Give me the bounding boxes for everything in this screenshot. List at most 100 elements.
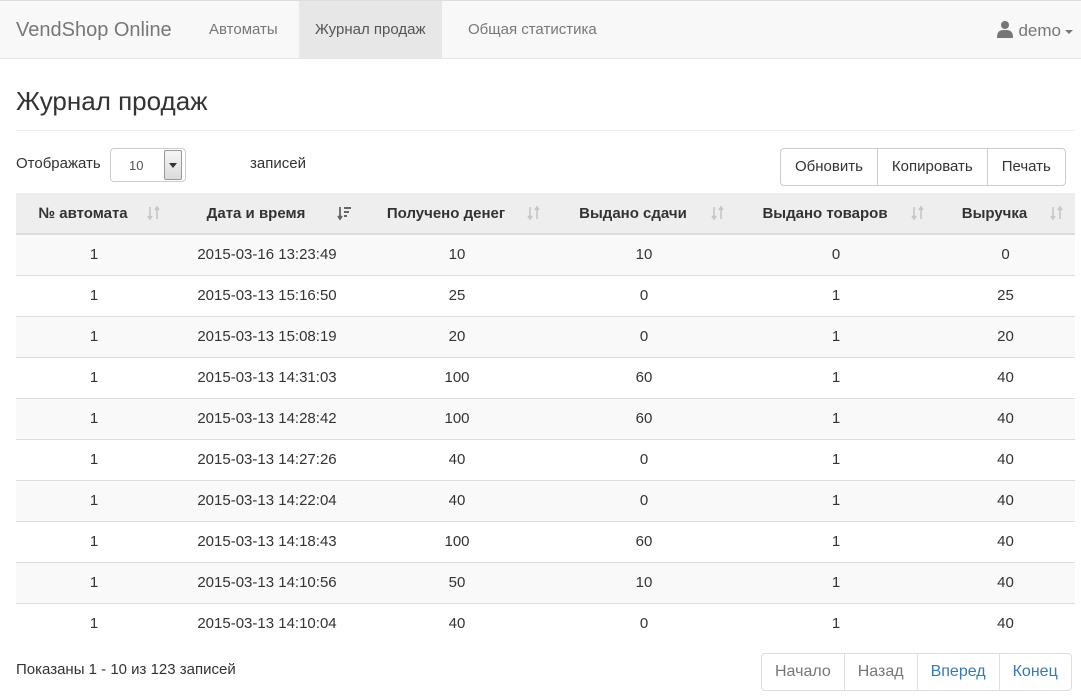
table-cell: 0 bbox=[736, 233, 936, 275]
table-cell: 0 bbox=[552, 438, 736, 480]
table-cell: 2015-03-13 14:10:04 bbox=[172, 602, 362, 644]
table-cell: 1 bbox=[16, 520, 172, 562]
table-cell: 1 bbox=[16, 356, 172, 398]
column-header[interactable]: Дата и время bbox=[172, 193, 362, 235]
table-cell: 40 bbox=[936, 561, 1075, 603]
print-button[interactable]: Печать bbox=[986, 148, 1066, 186]
table-cell: 1 bbox=[736, 438, 936, 480]
user-menu[interactable]: demo bbox=[996, 1, 1073, 59]
navbar: VendShop Online Автоматы Журнал продаж О… bbox=[0, 0, 1081, 59]
table-row: 1 2015-03-13 15:08:19 20 0 1 20 bbox=[16, 315, 1075, 357]
refresh-button[interactable]: Обновить bbox=[780, 148, 878, 186]
nav-item-machines[interactable]: Автоматы bbox=[193, 1, 294, 59]
column-header[interactable]: Получено денег bbox=[362, 193, 552, 235]
table-row: 1 2015-03-13 14:28:42 100 60 1 40 bbox=[16, 397, 1075, 439]
table-cell: 1 bbox=[736, 274, 936, 316]
table-cell: 40 bbox=[362, 602, 552, 644]
table-cell: 1 bbox=[16, 602, 172, 644]
nav-item-statistics[interactable]: Общая статистика bbox=[452, 1, 613, 59]
table-row: 1 2015-03-13 14:10:56 50 10 1 40 bbox=[16, 561, 1075, 603]
table-cell: 40 bbox=[936, 438, 1075, 480]
column-header[interactable]: Выдано товаров bbox=[736, 193, 936, 235]
page-title: Журнал продаж bbox=[16, 86, 208, 116]
table-cell: 1 bbox=[16, 438, 172, 480]
sort-icon bbox=[711, 205, 724, 221]
table-cell: 60 bbox=[552, 356, 736, 398]
title-divider bbox=[16, 130, 1075, 131]
dropdown-arrow-icon[interactable] bbox=[164, 150, 182, 180]
table-cell: 2015-03-13 14:18:43 bbox=[172, 520, 362, 562]
table-cell: 0 bbox=[936, 233, 1075, 275]
table-cell: 0 bbox=[552, 479, 736, 521]
table-cell: 100 bbox=[362, 520, 552, 562]
page-length-value: 10 bbox=[129, 158, 144, 173]
table-info: Показаны 1 - 10 из 123 записей bbox=[16, 661, 236, 678]
user-name: demo bbox=[1018, 21, 1061, 40]
pagination-next[interactable]: Вперед bbox=[916, 653, 1000, 691]
pagination-first[interactable]: Начало bbox=[761, 653, 845, 691]
table-actions: Обновить Копировать Печать bbox=[780, 148, 1066, 186]
table-body: 1 2015-03-16 13:23:49 10 10 0 0 1 2015-03-13 15… bbox=[16, 233, 1075, 644]
column-header[interactable]: Выдано сдачи bbox=[552, 193, 736, 235]
table-cell: 2015-03-13 14:22:04 bbox=[172, 479, 362, 521]
table-cell: 10 bbox=[362, 233, 552, 275]
pagination-last[interactable]: Конец bbox=[998, 653, 1072, 691]
table-cell: 2015-03-13 15:08:19 bbox=[172, 315, 362, 357]
table-row: 1 2015-03-13 14:10:04 40 0 1 40 bbox=[16, 602, 1075, 644]
chevron-down-icon bbox=[1065, 29, 1073, 34]
table-cell: 60 bbox=[552, 397, 736, 439]
table-cell: 25 bbox=[362, 274, 552, 316]
table-cell: 40 bbox=[936, 397, 1075, 439]
table-cell: 1 bbox=[16, 274, 172, 316]
table-cell: 2015-03-13 14:27:26 bbox=[172, 438, 362, 480]
table-cell: 1 bbox=[16, 397, 172, 439]
pagination: Начало Назад Вперед Конец bbox=[761, 653, 1072, 691]
table-cell: 1 bbox=[736, 520, 936, 562]
table-cell: 40 bbox=[936, 520, 1075, 562]
table-cell: 0 bbox=[552, 602, 736, 644]
table-cell: 2015-03-13 15:16:50 bbox=[172, 274, 362, 316]
column-header[interactable]: Выручка bbox=[936, 193, 1075, 235]
copy-button[interactable]: Копировать bbox=[876, 148, 988, 186]
table-cell: 1 bbox=[736, 602, 936, 644]
table-cell: 1 bbox=[16, 479, 172, 521]
table-cell: 40 bbox=[936, 479, 1075, 521]
sort-icon bbox=[911, 205, 924, 221]
table-row: 1 2015-03-13 14:31:03 100 60 1 40 bbox=[16, 356, 1075, 398]
brand-logo[interactable]: VendShop Online bbox=[16, 1, 172, 59]
table-cell: 10 bbox=[552, 233, 736, 275]
table-cell: 2015-03-13 14:10:56 bbox=[172, 561, 362, 603]
table-cell: 1 bbox=[736, 479, 936, 521]
table-cell: 60 bbox=[552, 520, 736, 562]
column-header[interactable]: № автомата bbox=[16, 193, 172, 235]
table-row: 1 2015-03-16 13:23:49 10 10 0 0 bbox=[16, 233, 1075, 275]
sort-icon bbox=[147, 205, 160, 221]
table-cell: 20 bbox=[936, 315, 1075, 357]
table-cell: 20 bbox=[362, 315, 552, 357]
table-cell: 1 bbox=[736, 397, 936, 439]
table-cell: 10 bbox=[552, 561, 736, 603]
table-cell: 0 bbox=[552, 274, 736, 316]
table-cell: 1 bbox=[736, 356, 936, 398]
table-cell: 40 bbox=[936, 602, 1075, 644]
table-row: 1 2015-03-13 14:18:43 100 60 1 40 bbox=[16, 520, 1075, 562]
page-length-select[interactable]: 10 bbox=[110, 148, 186, 182]
nav-item-sales-log[interactable]: Журнал продаж bbox=[299, 1, 442, 59]
table-cell: 1 bbox=[736, 315, 936, 357]
table-cell: 1 bbox=[16, 561, 172, 603]
table-cell: 40 bbox=[362, 438, 552, 480]
length-label-before: Отображать bbox=[16, 155, 101, 172]
table-row: 1 2015-03-13 14:27:26 40 0 1 40 bbox=[16, 438, 1075, 480]
table-cell: 2015-03-13 14:31:03 bbox=[172, 356, 362, 398]
pagination-prev[interactable]: Назад bbox=[843, 653, 918, 691]
table-header-row: № автомата Дата и время Получено денег В… bbox=[16, 193, 1075, 235]
table-cell: 25 bbox=[936, 274, 1075, 316]
table-cell: 40 bbox=[936, 356, 1075, 398]
table-cell: 0 bbox=[552, 315, 736, 357]
sort-desc-icon bbox=[337, 207, 351, 221]
table-cell: 1 bbox=[16, 233, 172, 275]
length-label-after: записей bbox=[250, 155, 306, 172]
sort-icon bbox=[1050, 205, 1063, 221]
user-icon bbox=[996, 21, 1013, 38]
table-cell: 100 bbox=[362, 356, 552, 398]
